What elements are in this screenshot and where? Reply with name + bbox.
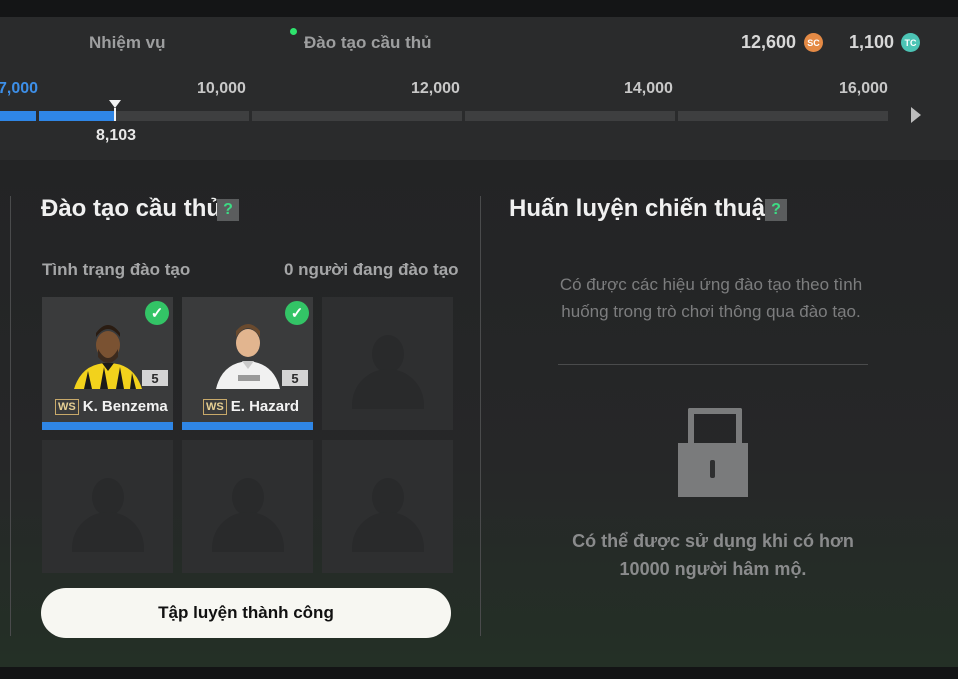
player-silhouette-icon [91,478,124,516]
player-silhouette-body [351,369,424,409]
unlock-line-1: Có thể được sử dụng khi có hơn [572,531,854,551]
player-ovr: 5 [142,370,168,386]
progress-segment [678,111,888,121]
active-tab-dot [290,28,297,35]
tc-coin-icon: TC [901,33,920,52]
help-icon[interactable]: ? [765,199,787,221]
player-silhouette-body [211,512,284,552]
player-training-title: Đào tạo cầu thủ [41,195,222,222]
next-arrow-icon[interactable] [911,107,921,123]
tick-label: 7,000 [0,80,39,97]
progress-segment [252,111,462,121]
tick-label: 14,000 [624,80,673,97]
progress-segment [116,111,249,121]
bottom-strip [0,667,958,679]
player-slot[interactable]: ✓ 5 WS K. Benzema [42,297,173,425]
empty-slot[interactable] [42,440,173,573]
tactical-training-title: Huấn luyện chiến thuật [509,195,774,222]
check-icon: ✓ [145,301,169,325]
player-name: E. Hazard [230,398,300,415]
tactical-description: Có được các hiệu ứng đào tạo theo tình h… [559,275,863,321]
sc-balance: 12,600 [741,32,797,52]
player-name-row: WS E. Hazard [203,398,299,415]
train-success-button[interactable]: Tập luyện thành công [41,588,451,638]
player-name: K. Benzema [82,398,168,415]
tick-label: 16,000 [839,80,888,97]
player-silhouette-body [351,512,424,552]
training-status-label: Tình trạng đào tạo [42,260,191,279]
training-count-label: 0 người đang đào tạo [284,260,459,279]
slot-progress-bar [42,422,173,430]
progress-fill [39,111,115,121]
top-strip [0,0,958,17]
player-silhouette-icon [371,478,404,516]
tab-missions[interactable]: Nhiệm vụ [89,33,166,53]
ws-badge: WS [203,398,227,415]
progress-segment [465,111,675,121]
progress-current-value: 8,103 [96,127,137,144]
progress-marker-icon [109,100,121,108]
tab-player-training[interactable]: Đào tạo cầu thủ [304,33,432,53]
unlock-line-2: 10000 người hâm mộ. [619,559,807,579]
player-slot[interactable]: ✓ 5 WS E. Hazard [182,297,313,425]
progress-fill [0,111,36,121]
player-silhouette-icon [231,478,264,516]
lock-keyhole [710,460,715,478]
ws-badge: WS [55,398,79,415]
help-icon[interactable]: ? [217,199,239,221]
left-divider [10,196,11,636]
empty-slot[interactable] [322,440,453,573]
progress-marker-line [114,108,116,121]
check-icon: ✓ [285,301,309,325]
tc-balance: 1,100 [849,32,895,52]
player-ovr: 5 [282,370,308,386]
player-silhouette-body [71,512,144,552]
player-silhouette-icon [371,335,404,373]
tick-label: 10,000 [197,80,246,97]
section-divider [558,364,868,365]
sc-coin-icon: SC [804,33,823,52]
player-name-row: WS K. Benzema [55,398,168,415]
center-divider [480,196,481,636]
empty-slot[interactable] [322,297,453,430]
unlock-requirement: Có thể được sử dụng khi có hơn 10000 ngư… [558,527,868,583]
empty-slot[interactable] [182,440,313,573]
slot-progress-bar [182,422,313,430]
tick-label: 12,000 [411,80,460,97]
